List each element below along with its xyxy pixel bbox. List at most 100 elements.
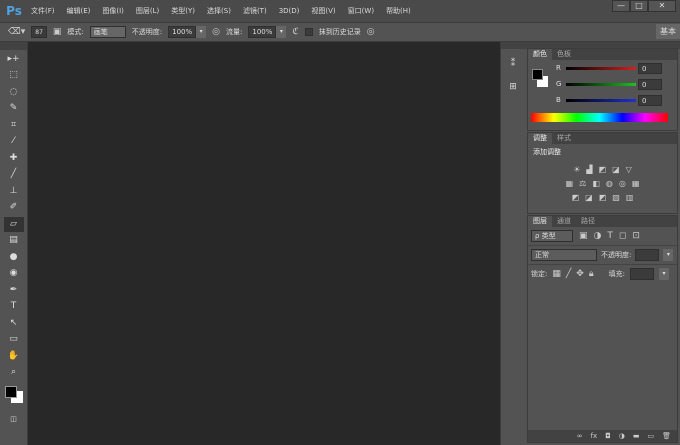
new-group-icon[interactable]: ▬ [633, 430, 640, 442]
menu-help[interactable]: 帮助(H) [380, 6, 417, 16]
toolbar-header[interactable] [0, 42, 27, 50]
eraser-icon[interactable]: ⌫▾ [8, 27, 25, 37]
link-layers-icon[interactable]: ∞ [577, 430, 583, 442]
tab-swatches[interactable]: 色板 [552, 49, 576, 60]
foreground-color-swatch[interactable] [5, 386, 17, 398]
blur-tool[interactable]: ● [4, 250, 24, 265]
delete-layer-icon[interactable]: 🗑 [662, 430, 671, 442]
blend-mode-select[interactable]: 正常 [531, 249, 597, 261]
b-value[interactable]: 0 [638, 95, 662, 106]
menu-view[interactable]: 视图(V) [305, 6, 341, 16]
filter-pixel-icon[interactable]: ▣ [579, 231, 588, 241]
brush-panel-icon[interactable]: ▣ [53, 27, 62, 37]
gradient-tool[interactable]: ▤ [4, 233, 24, 248]
airbrush-icon[interactable]: ℭ [292, 27, 298, 37]
close-button[interactable]: ✕ [648, 0, 676, 12]
pressure-opacity-icon[interactable]: ◎ [212, 27, 220, 37]
canvas-area[interactable] [28, 42, 500, 445]
menu-select[interactable]: 选择(S) [201, 6, 237, 16]
workspace-button[interactable]: 基本 [656, 24, 680, 39]
lasso-tool[interactable]: ◌ [4, 85, 24, 100]
color-swatches[interactable] [0, 384, 27, 410]
history-brush-tool[interactable]: ✐ [4, 200, 24, 215]
curves-icon[interactable]: ◩ [599, 165, 607, 174]
tab-channels[interactable]: 通道 [552, 216, 576, 227]
channel-mixer-icon[interactable]: ◎ [619, 179, 626, 188]
erase-history-checkbox[interactable] [304, 28, 313, 36]
maximize-button[interactable]: □ [630, 0, 648, 12]
eyedropper-tool[interactable]: ⁄ [4, 134, 24, 149]
fg-color-swatch[interactable] [532, 69, 543, 80]
lock-pixels-icon[interactable]: ╱ [566, 269, 571, 279]
pressure-size-icon[interactable]: ◎ [367, 27, 375, 37]
properties-panel-icon[interactable]: ⊞ [503, 80, 523, 95]
lock-transparent-icon[interactable]: ▦ [552, 269, 561, 279]
color-lookup-icon[interactable]: ▦ [632, 179, 640, 188]
r-slider[interactable] [566, 67, 636, 70]
new-layer-icon[interactable]: ▭ [647, 430, 654, 442]
filter-smart-icon[interactable]: ⊡ [632, 231, 640, 241]
flow-input[interactable]: 100% [248, 26, 277, 38]
menu-edit[interactable]: 编辑(E) [61, 6, 97, 16]
menu-type[interactable]: 类型(Y) [165, 6, 201, 16]
history-panel-icon[interactable]: ⁑ [503, 57, 523, 72]
selective-color-icon[interactable]: ▧ [612, 193, 620, 202]
tab-styles[interactable]: 样式 [552, 133, 576, 144]
b-slider[interactable] [566, 99, 636, 102]
tab-paths[interactable]: 路径 [576, 216, 600, 227]
filter-adjust-icon[interactable]: ◑ [594, 231, 602, 241]
lock-position-icon[interactable]: ✥ [576, 269, 584, 279]
layer-opacity-dropdown[interactable]: ▾ [663, 249, 674, 261]
tab-layers[interactable]: 图层 [528, 216, 552, 227]
menu-layer[interactable]: 图层(L) [130, 6, 165, 16]
hand-tool[interactable]: ✋ [4, 349, 24, 364]
g-value[interactable]: 0 [638, 79, 662, 90]
opacity-dropdown[interactable]: ▾ [196, 26, 207, 38]
fx-icon[interactable]: fx [591, 430, 598, 442]
tab-adjustments[interactable]: 调整 [528, 133, 552, 144]
minimize-button[interactable]: — [612, 0, 630, 12]
color-spectrum[interactable] [531, 113, 668, 122]
color-balance-icon[interactable]: ⚖ [579, 179, 586, 188]
move-tool[interactable]: ▸+ [4, 52, 24, 67]
new-adjustment-icon[interactable]: ◑ [619, 430, 625, 442]
lock-all-icon[interactable]: 🔒︎ [589, 269, 594, 279]
filter-type-icon[interactable]: T [607, 231, 613, 241]
menu-3d[interactable]: 3D(D) [273, 7, 306, 15]
photo-filter-icon[interactable]: ◍ [606, 179, 613, 188]
path-select-tool[interactable]: ↖ [4, 316, 24, 331]
dodge-tool[interactable]: ◉ [4, 266, 24, 281]
fill-dropdown[interactable]: ▾ [659, 268, 669, 280]
brush-size-picker[interactable]: 87 [31, 26, 47, 38]
stamp-tool[interactable]: ⊥ [4, 184, 24, 199]
tab-color[interactable]: 颜色 [528, 49, 552, 60]
menu-filter[interactable]: 滤镜(T) [237, 6, 273, 16]
brightness-icon[interactable]: ☀ [573, 165, 580, 174]
menu-window[interactable]: 窗口(W) [342, 6, 380, 16]
menu-file[interactable]: 文件(F) [25, 6, 61, 16]
exposure-icon[interactable]: ◪ [612, 165, 620, 174]
brush-tool[interactable]: ╱ [4, 167, 24, 182]
quick-select-tool[interactable]: ✎ [4, 101, 24, 116]
vibrance-icon[interactable]: ▽ [626, 165, 632, 174]
black-white-icon[interactable]: ◧ [592, 179, 600, 188]
shape-tool[interactable]: ▭ [4, 332, 24, 347]
invert-icon[interactable]: ◩ [572, 193, 580, 202]
pen-tool[interactable]: ✒ [4, 283, 24, 298]
posterize-icon[interactable]: ◪ [585, 193, 593, 202]
mode-select[interactable]: 画笔 [89, 26, 126, 38]
zoom-tool[interactable]: ⌕ [4, 365, 24, 380]
quick-mask-button[interactable]: ◫ [4, 412, 24, 427]
healing-tool[interactable]: ✚ [4, 151, 24, 166]
filter-shape-icon[interactable]: ◻ [619, 231, 626, 241]
eraser-tool[interactable]: ▱ [3, 216, 24, 232]
menu-image[interactable]: 图像(I) [96, 6, 130, 16]
g-slider[interactable] [566, 83, 636, 86]
r-value[interactable]: 0 [638, 63, 662, 74]
opacity-input[interactable]: 100% [168, 26, 197, 38]
threshold-icon[interactable]: ◩ [599, 193, 607, 202]
marquee-tool[interactable]: ⬚ [4, 68, 24, 83]
layer-opacity-input[interactable] [635, 249, 660, 261]
type-tool[interactable]: T [4, 299, 24, 314]
add-mask-icon[interactable]: ◘ [605, 430, 611, 442]
